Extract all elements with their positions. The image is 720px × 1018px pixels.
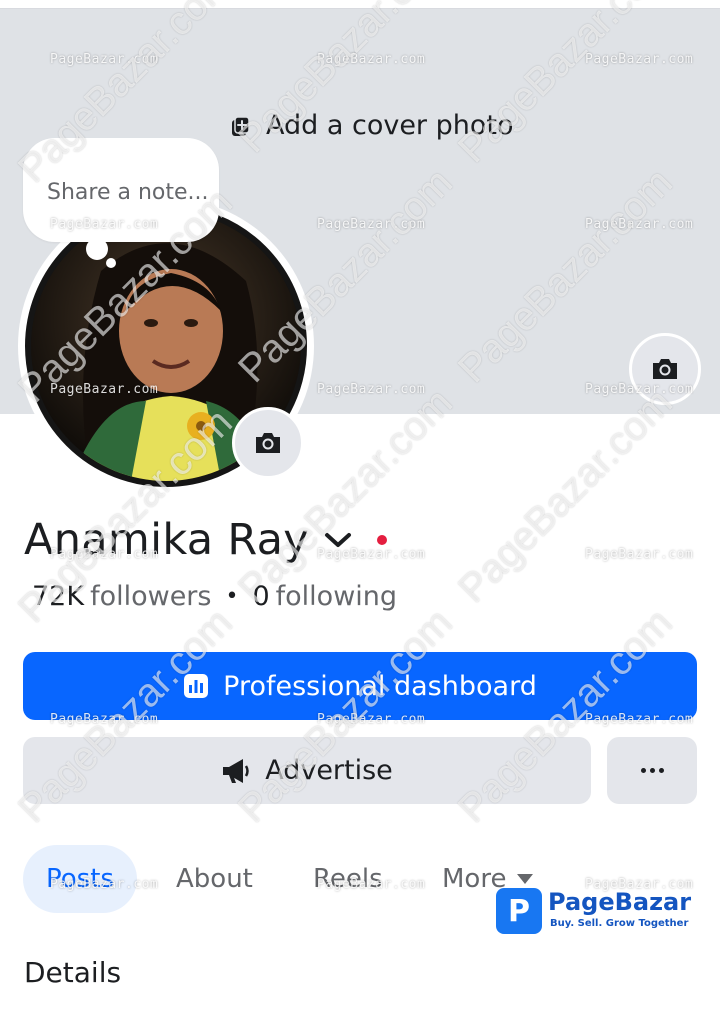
status-divider	[0, 0, 720, 9]
professional-dashboard-label: Professional dashboard	[223, 670, 537, 702]
followers-count[interactable]: 72K	[32, 581, 84, 612]
share-note-placeholder: Share a note...	[47, 180, 209, 205]
following-count[interactable]: 0	[252, 581, 269, 612]
tab-reels[interactable]: Reels	[313, 845, 383, 913]
pagebazar-brand-name: PageBazar	[548, 888, 692, 916]
notification-dot	[377, 535, 388, 545]
add-photo-icon	[230, 114, 252, 136]
profile-name-row: Anamika Ray	[24, 512, 388, 568]
pagebazar-logo: P PageBazar Buy. Sell. Grow Together	[496, 880, 691, 936]
profile-name: Anamika Ray	[24, 515, 310, 565]
dashboard-chart-icon	[184, 674, 209, 698]
camera-icon	[653, 359, 677, 379]
watermark-diagonal: PageBazar.com	[450, 380, 681, 612]
chevron-down-icon[interactable]	[323, 530, 353, 550]
more-options-button[interactable]	[607, 737, 697, 804]
pagebazar-tagline: Buy. Sell. Grow Together	[550, 918, 689, 929]
following-label[interactable]: following	[276, 581, 397, 612]
share-note-bubble[interactable]: Share a note...	[23, 138, 219, 242]
watermark-small: PageBazar.com	[585, 547, 694, 562]
edit-cover-camera-button[interactable]	[629, 333, 701, 405]
advertise-label: Advertise	[265, 755, 393, 786]
edit-avatar-camera-button[interactable]	[232, 407, 304, 479]
add-cover-photo-button[interactable]: Add a cover photo	[230, 107, 514, 143]
note-bubble-tail	[86, 238, 108, 260]
add-cover-photo-label: Add a cover photo	[266, 109, 514, 141]
stats-separator: •	[225, 583, 239, 609]
followers-label[interactable]: followers	[90, 581, 211, 612]
pagebazar-bag-icon: P	[496, 888, 542, 934]
details-heading: Details	[24, 956, 122, 989]
profile-stats: 72K followers • 0 following	[32, 576, 397, 616]
note-bubble-tail-small	[106, 258, 116, 268]
megaphone-icon	[223, 758, 249, 783]
tab-posts[interactable]: Posts	[23, 845, 137, 913]
tab-about[interactable]: About	[176, 845, 253, 913]
ellipsis-icon	[640, 768, 646, 773]
advertise-button[interactable]: Advertise	[23, 737, 591, 804]
camera-icon	[256, 433, 280, 453]
professional-dashboard-button[interactable]: Professional dashboard	[23, 652, 697, 720]
